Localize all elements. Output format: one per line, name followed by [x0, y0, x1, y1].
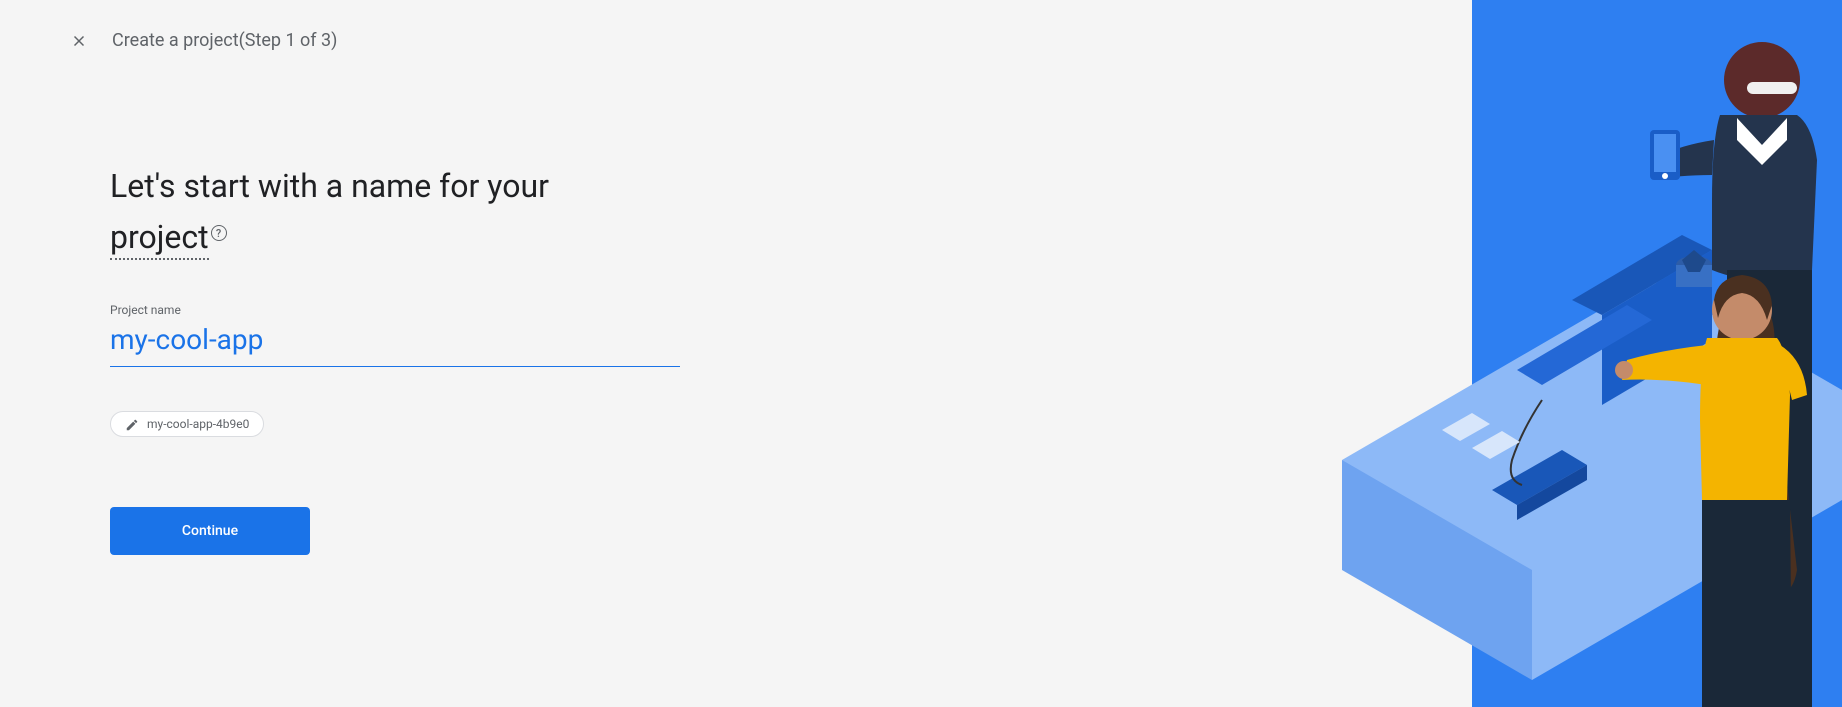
page-heading: Let's start with a name for your project…	[110, 161, 580, 263]
project-id-chip[interactable]: my-cool-app-4b9e0	[110, 411, 264, 437]
main-content: Let's start with a name for your project…	[0, 51, 580, 555]
header-title: Create a project(Step 1 of 3)	[112, 30, 337, 51]
pencil-icon	[125, 417, 139, 431]
project-name-field: Project name	[110, 303, 580, 367]
help-icon[interactable]: ?	[211, 225, 227, 241]
project-name-input[interactable]	[110, 321, 680, 367]
heading-underlined: project	[110, 218, 209, 260]
heading-text: Let's start with a name for your	[110, 167, 549, 205]
close-icon[interactable]	[70, 32, 88, 50]
project-name-label: Project name	[110, 303, 580, 317]
continue-button[interactable]: Continue	[110, 507, 310, 555]
project-id-text: my-cool-app-4b9e0	[147, 417, 249, 431]
illustration	[1342, 0, 1842, 707]
